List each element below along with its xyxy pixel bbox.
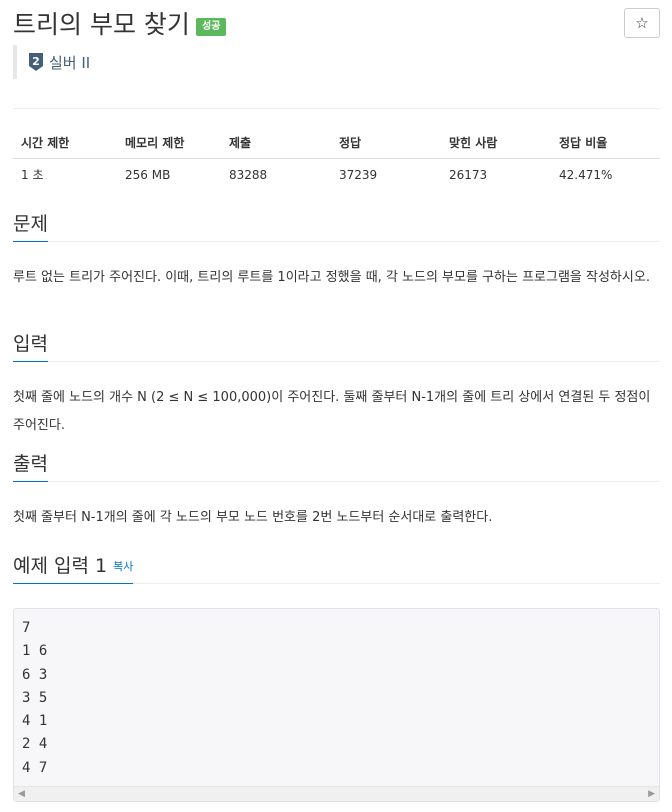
value-accepted: 37239 — [339, 167, 378, 182]
sample-input-box[interactable]: 7 1 6 6 3 3 5 4 1 2 4 4 7 ◀ ▶ — [13, 608, 660, 802]
sample-input-line: 1 6 — [22, 643, 48, 660]
sample-input-heading: 예제 입력 1 복사 — [13, 552, 134, 584]
table-header-row: 시간 제한 메모리 제한 제출 정답 맞힌 사람 정답 비율 — [13, 127, 660, 159]
scroll-right-icon[interactable]: ▶ — [648, 789, 655, 799]
sample-input-title: 예제 입력 1 — [13, 555, 108, 577]
sample-input-line: 7 — [22, 620, 31, 636]
value-memory-limit: 256 MB — [125, 167, 171, 182]
problem-title: 트리의 부모 찾기 — [13, 10, 190, 39]
output-text: 첫째 줄부터 N-1개의 줄에 각 노드의 부모 노드 번호를 2번 노드부터 … — [13, 510, 493, 525]
input-heading: 입력 — [13, 330, 48, 362]
output-section-header: 출력 — [13, 450, 660, 482]
header-memory-limit: 메모리 제한 — [117, 127, 221, 159]
result-badge: 성공 — [196, 18, 227, 36]
sample-input-line: 4 7 — [22, 759, 48, 776]
star-button[interactable]: ☆ — [624, 8, 660, 38]
sample-input-line: 2 4 — [22, 736, 48, 753]
sample-input-content: 7 1 6 6 3 3 5 4 1 2 4 4 7 — [22, 617, 47, 780]
sample-input-section-header: 예제 입력 1 복사 — [13, 552, 660, 584]
description-text: 루트 없는 트리가 주어진다. 이때, 트리의 루트를 1이라고 정했을 때, … — [13, 270, 650, 285]
header-accept-ratio: 정답 비율 — [551, 127, 660, 159]
tier-box: 2 실버 II — [13, 45, 90, 79]
input-section-header: 입력 — [13, 330, 660, 362]
sample-input-line: 4 1 — [22, 713, 48, 730]
copy-link[interactable]: 복사 — [113, 560, 133, 573]
value-accept-ratio: 42.471% — [559, 167, 613, 182]
value-time-limit: 1 초 — [21, 168, 44, 183]
table-row: 1 초 256 MB 83288 37239 26173 42.471% — [13, 158, 660, 191]
header-submissions: 제출 — [221, 127, 331, 159]
problem-info-table: 시간 제한 메모리 제한 제출 정답 맞힌 사람 정답 비율 1 초 256 M… — [13, 127, 660, 191]
scroll-left-icon[interactable]: ◀ — [18, 789, 25, 799]
horizontal-scrollbar[interactable]: ◀ ▶ — [14, 786, 659, 801]
header-accepted: 정답 — [331, 127, 441, 159]
description-heading: 문제 — [13, 210, 48, 242]
divider — [13, 108, 660, 109]
tier-label: 실버 II — [49, 53, 91, 72]
description-section-header: 문제 — [13, 210, 660, 242]
sample-input-line: 3 5 — [22, 689, 48, 706]
tier-number: 2 — [32, 55, 40, 68]
title-row: 트리의 부모 찾기 성공 ☆ — [13, 8, 660, 44]
star-icon: ☆ — [635, 15, 649, 32]
tier-badge-icon: 2 — [29, 53, 43, 71]
value-solved-users: 26173 — [449, 167, 488, 182]
output-heading: 출력 — [13, 450, 48, 482]
value-submissions: 83288 — [229, 167, 268, 182]
header-time-limit: 시간 제한 — [13, 127, 117, 159]
header-solved-users: 맞힌 사람 — [441, 127, 551, 159]
sample-input-line: 6 3 — [22, 666, 48, 683]
input-text: 첫째 줄에 노드의 개수 N (2 ≤ N ≤ 100,000)이 주어진다. … — [13, 390, 651, 433]
